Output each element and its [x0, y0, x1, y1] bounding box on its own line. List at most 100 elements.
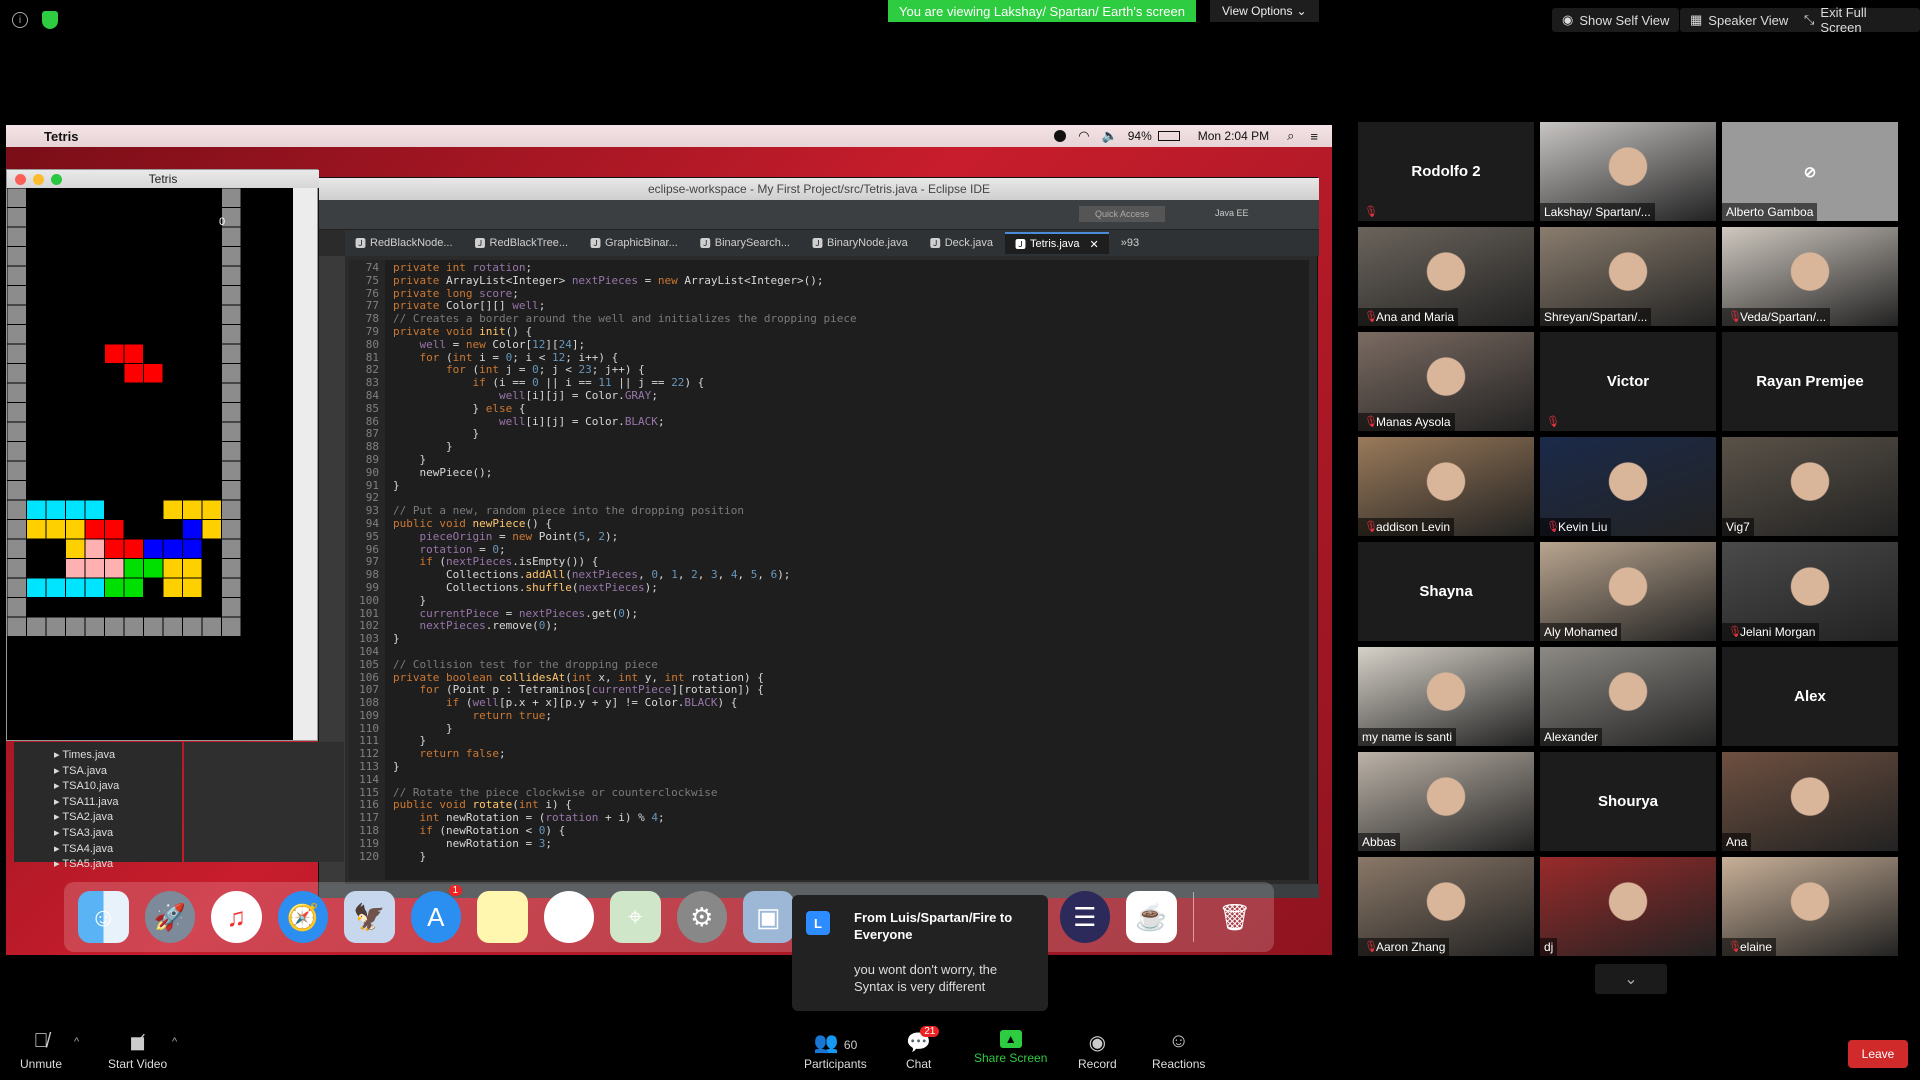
show-self-view-button[interactable]: ◉ Show Self View: [1552, 8, 1680, 32]
stacked-block: [105, 539, 124, 558]
unmute-button[interactable]: 🎙̸ Unmute: [20, 1030, 62, 1071]
participant-tile[interactable]: Ana and Maria 🎙: [1358, 227, 1534, 326]
speaker-view-button[interactable]: ▦ Speaker View: [1680, 8, 1799, 32]
maximize-window-icon[interactable]: [51, 174, 62, 185]
menu-app-name[interactable]: Tetris: [44, 129, 78, 144]
notification-center-icon[interactable]: ≡: [1310, 129, 1318, 144]
tab-binarysearch[interactable]: 🅹 BinarySearch...: [690, 232, 800, 254]
java-icon[interactable]: ☕: [1126, 891, 1177, 943]
safari-icon[interactable]: 🧭: [277, 891, 328, 943]
participant-tile[interactable]: elaine 🎙: [1722, 857, 1898, 956]
exit-full-screen-button[interactable]: ⤡ Exit Full Screen: [1794, 5, 1920, 35]
participant-tile[interactable]: Alexander: [1540, 647, 1716, 746]
tab-redblacknode[interactable]: 🅹 RedBlackNode...: [345, 232, 463, 254]
tetris-score: 0: [219, 216, 226, 228]
participant-tile[interactable]: Aly Mohamed: [1540, 542, 1716, 641]
battery-icon[interactable]: [1157, 131, 1180, 141]
more-tabs[interactable]: »93: [1111, 232, 1149, 254]
reactions-button[interactable]: ☺ Reactions: [1152, 1030, 1205, 1071]
participant-tile[interactable]: ⊘ Alberto Gamboa: [1722, 122, 1898, 221]
maps-icon[interactable]: ⌖: [610, 891, 661, 943]
package-explorer[interactable]: ▸ Times.java ▸ TSA.java ▸ TSA10.java ▸ TSA1…: [14, 742, 182, 870]
eclipse-icon[interactable]: ☰: [1059, 891, 1110, 943]
quick-access-input[interactable]: Quick Access: [1079, 206, 1165, 222]
package-item[interactable]: ▸ TSA10.java: [54, 779, 182, 795]
participant-tile[interactable]: Alex: [1722, 647, 1898, 746]
participant-tile[interactable]: Jelani Morgan 🎙: [1722, 542, 1898, 641]
package-item[interactable]: ▸ TSA11.java: [54, 795, 182, 811]
tab-graphicbinar[interactable]: 🅹 GraphicBinar...: [580, 232, 688, 254]
close-icon[interactable]: ✕: [1090, 238, 1099, 251]
trash-icon[interactable]: 🗑: [1209, 891, 1260, 943]
participant-tile[interactable]: Rayan Premjee: [1722, 332, 1898, 431]
participants-button[interactable]: 👥 60 Participants: [804, 1030, 867, 1071]
participant-tile[interactable]: Kevin Liu 🎙: [1540, 437, 1716, 536]
participant-tile[interactable]: Manas Aysola 🎙: [1358, 332, 1534, 431]
status-dot-icon[interactable]: [1054, 130, 1067, 142]
itunes-icon[interactable]: ♫: [211, 891, 262, 943]
photos-icon[interactable]: ✿: [543, 891, 594, 943]
record-button[interactable]: ◉ Record: [1078, 1030, 1117, 1071]
shield-icon[interactable]: [42, 11, 58, 29]
participant-name: dj: [1540, 938, 1558, 956]
participant-tile[interactable]: Shayna: [1358, 542, 1534, 641]
tetris-window[interactable]: Tetris 0: [6, 169, 319, 741]
tetris-board[interactable]: 0: [7, 188, 293, 740]
participant-tile[interactable]: Shreyan/Spartan/...: [1540, 227, 1716, 326]
view-options-button[interactable]: View Options ⌄: [1210, 0, 1319, 22]
code-editor[interactable]: 74 75 76 77 78 79 80 81 82 83 84 85 86 87 88 89 90 91 92 93…: [349, 260, 1309, 880]
share-screen-button[interactable]: ▲ Share Screen: [974, 1030, 1047, 1065]
well-border-cell: [222, 598, 241, 617]
info-icon[interactable]: i: [12, 12, 28, 28]
app-store-icon[interactable]: A1: [410, 885, 463, 943]
video-options-chevron[interactable]: ^: [172, 1036, 177, 1048]
participant-tile[interactable]: Shourya: [1540, 752, 1716, 851]
participant-tile[interactable]: Victor 🎙: [1540, 332, 1716, 431]
participant-tile[interactable]: Abbas: [1358, 752, 1534, 851]
close-window-icon[interactable]: [15, 174, 26, 185]
launchpad-icon[interactable]: 🚀: [144, 891, 195, 943]
participant-tile[interactable]: dj: [1540, 857, 1716, 956]
package-item[interactable]: ▸ TSA4.java: [54, 842, 182, 858]
mail-icon[interactable]: 🦅: [344, 891, 395, 943]
wifi-icon[interactable]: ◠: [1078, 128, 1089, 144]
volume-icon[interactable]: 🔈: [1102, 128, 1118, 144]
chat-notification[interactable]: L From Luis/Spartan/Fire to Everyone you…: [792, 895, 1048, 1011]
well-border-cell: [222, 442, 241, 461]
participant-tile[interactable]: Vig7: [1722, 437, 1898, 536]
preview-icon[interactable]: ▣: [743, 891, 794, 943]
tab-binarynode[interactable]: 🅹 BinaryNode.java: [802, 232, 918, 254]
participant-tile[interactable]: Lakshay/ Spartan/...: [1540, 122, 1716, 221]
package-item[interactable]: ▸ TSA3.java: [54, 826, 182, 842]
stacked-block: [46, 578, 65, 597]
perspective-java-ee[interactable]: Java EE: [1215, 208, 1249, 218]
leave-button[interactable]: Leave: [1848, 1040, 1908, 1068]
menu-clock[interactable]: Mon 2:04 PM: [1198, 129, 1269, 143]
participant-tile[interactable]: addison Levin 🎙: [1358, 437, 1534, 536]
mac-dock: ☺ 🚀 ♫ 🧭 🦅 A1 ✿ ⌖ ⚙ ▣ ☰ ☕ 🗑: [64, 882, 1274, 952]
chat-button[interactable]: 💬 21 Chat: [906, 1026, 940, 1071]
participant-tile[interactable]: Veda/Spartan/... 🎙: [1722, 227, 1898, 326]
spotlight-icon[interactable]: ⌕: [1287, 128, 1294, 144]
code-text[interactable]: private int rotation; private ArrayList<…: [393, 261, 1293, 863]
participant-tile[interactable]: Rodolfo 2 🎙: [1358, 122, 1534, 221]
package-item[interactable]: ▸ Times.java: [54, 748, 182, 764]
system-preferences-icon[interactable]: ⚙: [676, 891, 727, 943]
package-item[interactable]: ▸ TSA2.java: [54, 810, 182, 826]
minimize-window-icon[interactable]: [33, 174, 44, 185]
tab-deck[interactable]: 🅹 Deck.java: [920, 232, 1003, 254]
battery-percent[interactable]: 94%: [1128, 129, 1152, 143]
package-item[interactable]: ▸ TSA5.java: [54, 857, 182, 873]
finder-icon[interactable]: ☺: [78, 891, 129, 943]
tab-tetris[interactable]: 🅹 Tetris.java ✕: [1005, 232, 1109, 254]
tab-redblacktree[interactable]: 🅹 RedBlackTree...: [465, 232, 578, 254]
audio-options-chevron[interactable]: ^: [74, 1036, 79, 1048]
notes-icon[interactable]: [477, 891, 528, 943]
package-item[interactable]: ▸ TSA.java: [54, 764, 182, 780]
participant-tile[interactable]: Aaron Zhang 🎙: [1358, 857, 1534, 956]
participant-tile[interactable]: Ana: [1722, 752, 1898, 851]
start-video-button[interactable]: ◼̸ Start Video: [108, 1030, 167, 1071]
gallery-next-page-button[interactable]: ⌄: [1595, 964, 1667, 994]
well-border-cell: [222, 266, 241, 285]
participant-tile[interactable]: my name is santi: [1358, 647, 1534, 746]
